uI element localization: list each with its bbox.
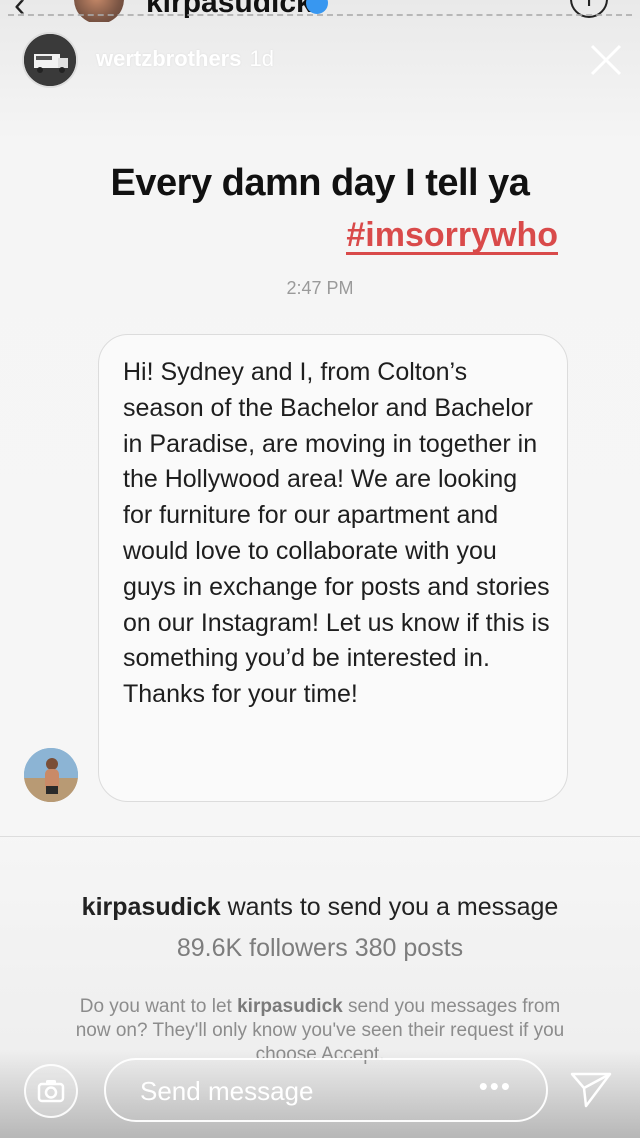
story-hashtag[interactable]: #imsorrywho [346, 218, 558, 255]
story-progress-bar [8, 14, 632, 18]
request-title: kirpasudick wants to send you a message [0, 893, 640, 922]
send-icon[interactable] [570, 1070, 612, 1110]
send-message-input[interactable]: Send message ••• [104, 1058, 548, 1122]
story-time: 1d [249, 46, 274, 71]
story-username[interactable]: wertzbrothers 1d [96, 46, 274, 72]
message-bubble: Hi! Sydney and I, from Colton’s season o… [98, 334, 568, 802]
close-icon[interactable] [586, 40, 626, 80]
message-text: Hi! Sydney and I, from Colton’s season o… [123, 358, 550, 709]
sender-avatar[interactable] [24, 748, 78, 802]
story-avatar[interactable] [22, 32, 78, 88]
request-note-prefix: Do you want to let [79, 996, 238, 1017]
back-chevron-icon[interactable]: ‹ [14, 0, 25, 22]
story-username-text[interactable]: wertzbrothers [96, 46, 241, 71]
camera-button[interactable] [24, 1064, 78, 1118]
story-caption: Every damn day I tell ya [110, 162, 530, 204]
request-note-username: kirpasudick [237, 996, 343, 1017]
send-message-placeholder: Send message [140, 1076, 314, 1106]
request-username[interactable]: kirpasudick [82, 893, 221, 921]
request-title-suffix: wants to send you a message [220, 893, 559, 921]
underlying-thread-header: ‹ kirpasudick i [0, 0, 640, 22]
thread-avatar[interactable] [74, 0, 124, 22]
story-screen: ‹ kirpasudick i wertzbrothers 1d Every da… [0, 0, 640, 1138]
more-icon[interactable]: ••• [479, 1071, 512, 1102]
divider [0, 836, 640, 837]
camera-icon [37, 1080, 65, 1103]
request-stats: 89.6K followers 380 posts [176, 934, 464, 962]
message-timestamp: 2:47 PM [286, 278, 354, 298]
